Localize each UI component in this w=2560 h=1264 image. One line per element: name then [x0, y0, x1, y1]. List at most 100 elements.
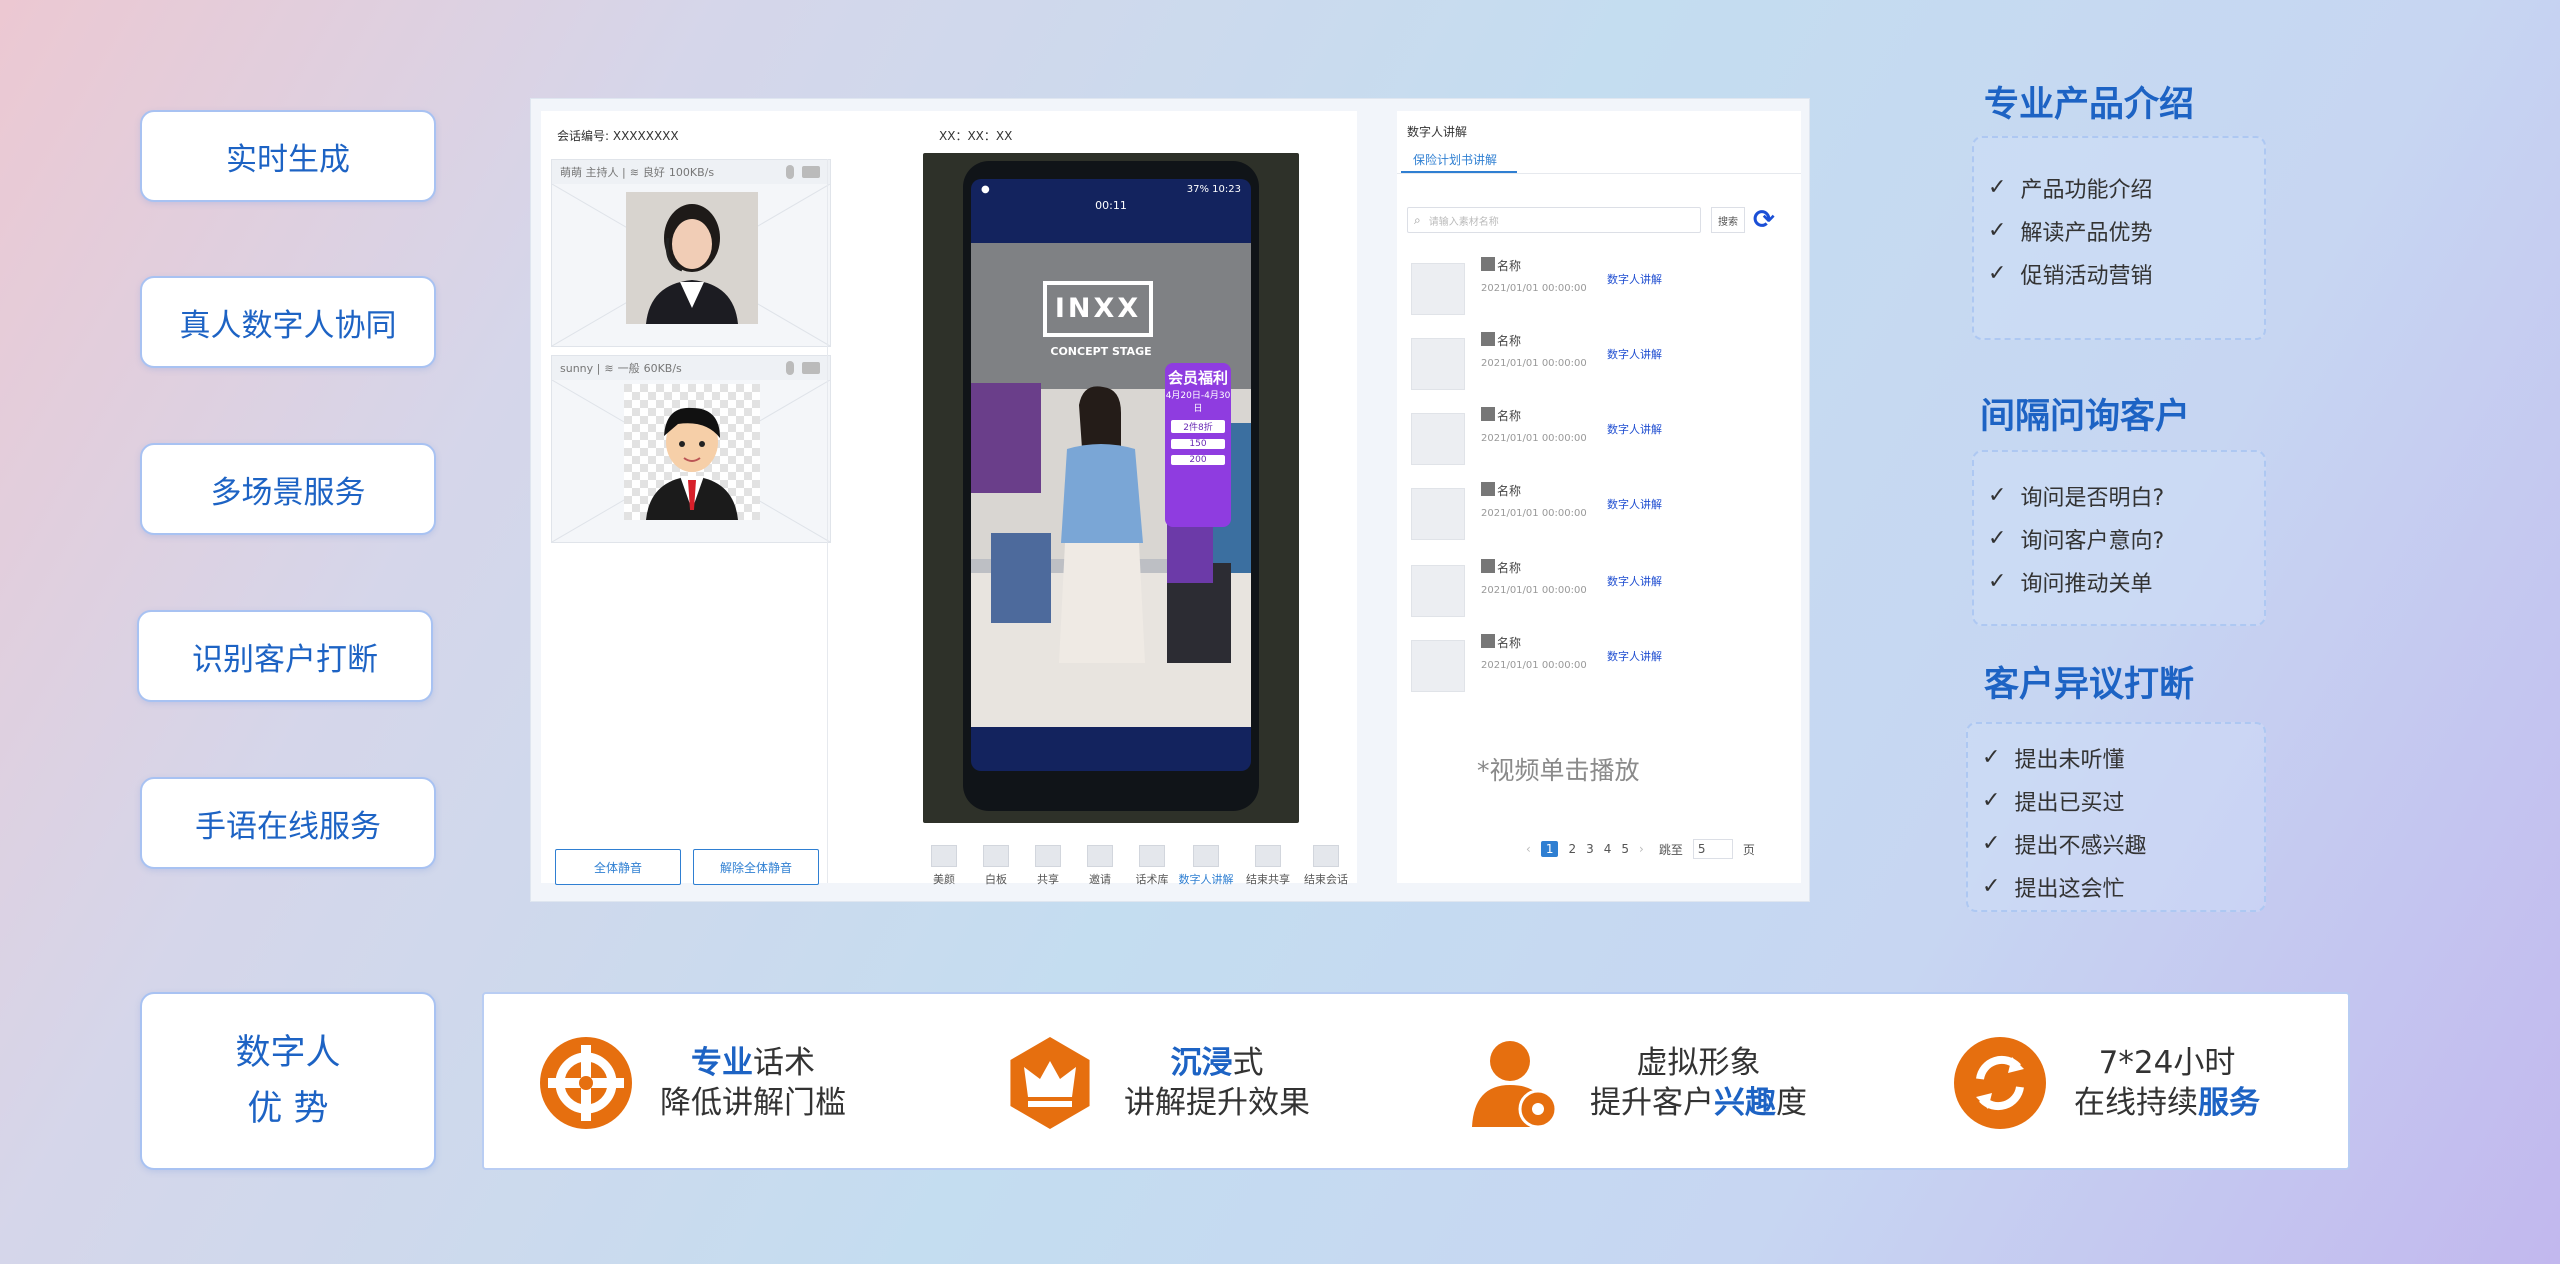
- mic-icon[interactable]: [786, 165, 794, 179]
- feature-multi-scene-button[interactable]: 多场景服务: [140, 443, 436, 535]
- mute-all-button[interactable]: 全体静音: [555, 849, 681, 885]
- digital-human-link[interactable]: 数字人讲解: [1607, 573, 1662, 589]
- feature-text: 7*24小时: [2098, 1045, 2236, 1081]
- digital-human-link[interactable]: 数字人讲解: [1607, 346, 1662, 362]
- tool-label: 邀请: [1089, 873, 1111, 886]
- end-session-tool[interactable]: 结束会话: [1297, 845, 1355, 887]
- whiteboard-icon: [983, 845, 1009, 867]
- page-3[interactable]: 3: [1586, 842, 1594, 856]
- material-name: 名称: [1481, 332, 1521, 349]
- section-item: ✓ 产品功能介绍: [1988, 175, 2153, 203]
- net-speed: 100KB/s: [668, 165, 715, 179]
- material-time: 2021/01/01 00:00:00: [1481, 660, 1587, 671]
- section-box: ✓ 提出未听懂 ✓ 提出已买过 ✓ 提出不感兴趣 ✓ 提出这会忙: [1966, 722, 2266, 912]
- advantage-feature: 专业话术 降低讲解门槛: [540, 994, 846, 1172]
- search-placeholder: 请输入素材名称: [1428, 216, 1499, 228]
- feature-text: 降低讲解门槛: [660, 1085, 846, 1121]
- share-tool[interactable]: 共享: [1023, 845, 1073, 887]
- section-item: ✓ 提出已买过: [1982, 788, 2125, 816]
- page-1[interactable]: 1: [1540, 841, 1559, 857]
- feature-human-digital-button[interactable]: 真人数字人协同: [140, 276, 436, 368]
- camera-icon[interactable]: [802, 362, 820, 374]
- user-settings-icon: [1470, 1037, 1562, 1129]
- check-icon: ✓: [1988, 483, 2007, 508]
- section-item: ✓ 询问推动关单: [1988, 569, 2153, 597]
- signal-status: 良好: [642, 166, 665, 179]
- participant-tile[interactable]: sunny | ≋ 一般 60KB/s: [551, 355, 831, 543]
- material-item[interactable]: 名称 2021/01/01 00:00:00 数字人讲解: [1411, 634, 1791, 698]
- digital-human-link[interactable]: 数字人讲解: [1607, 271, 1662, 287]
- material-thumbnail: [1411, 413, 1465, 465]
- goto-input[interactable]: 5: [1692, 839, 1733, 859]
- end-share-tool[interactable]: 结束共享: [1239, 845, 1297, 887]
- session-time: XX：XX：XX: [939, 129, 1013, 143]
- advantage-label: 数字人 优 势: [140, 992, 436, 1170]
- invite-tool[interactable]: 邀请: [1075, 845, 1125, 887]
- cartoon-avatar: [624, 384, 760, 520]
- material-item[interactable]: 名称 2021/01/01 00:00:00 数字人讲解: [1411, 332, 1791, 396]
- section-item: ✓ 解读产品优势: [1988, 218, 2153, 246]
- script-library-tool[interactable]: 话术库: [1127, 845, 1177, 887]
- check-icon: ✓: [1982, 831, 2001, 856]
- mic-icon[interactable]: [786, 361, 794, 375]
- unmute-all-button[interactable]: 解除全体静音: [693, 849, 819, 885]
- material-item[interactable]: 名称 2021/01/01 00:00:00 数字人讲解: [1411, 257, 1791, 321]
- promo-card[interactable]: 会员福利 4月20日-4月30日 2件8折 150 200: [1165, 363, 1231, 527]
- search-input[interactable]: ⌕ 请输入素材名称: [1407, 207, 1701, 233]
- refresh-cycle-icon: [1954, 1037, 2046, 1129]
- feature-highlight: 沉浸: [1170, 1045, 1233, 1081]
- page-5[interactable]: 5: [1621, 842, 1629, 856]
- participant-tile[interactable]: 萌萌 主持人 | ≋ 良好 100KB/s: [551, 159, 831, 347]
- material-time: 2021/01/01 00:00:00: [1481, 433, 1587, 444]
- wifi-icon: ≋: [629, 165, 639, 179]
- material-name: 名称: [1481, 634, 1521, 651]
- target-icon: [540, 1037, 632, 1129]
- camera-icon[interactable]: [802, 166, 820, 178]
- feature-text: 讲解提升效果: [1124, 1085, 1310, 1121]
- material-name: 名称: [1481, 559, 1521, 576]
- material-thumbnail: [1411, 488, 1465, 540]
- advantage-label-line2: 优 势: [247, 1089, 329, 1129]
- video-area[interactable]: ● 37% 10:23 00:11 INXX CONCEPT STAGE 会员福…: [923, 153, 1299, 823]
- material-time: 2021/01/01 00:00:00: [1481, 508, 1587, 519]
- digital-human-link[interactable]: 数字人讲解: [1607, 421, 1662, 437]
- phone-frame: ● 37% 10:23 00:11 INXX CONCEPT STAGE 会员福…: [963, 161, 1259, 811]
- feature-sign-language-button[interactable]: 手语在线服务: [140, 777, 436, 869]
- beauty-tool[interactable]: 美颜: [919, 845, 969, 887]
- feature-text: 度: [1776, 1085, 1807, 1121]
- participant-name: sunny |: [560, 361, 601, 375]
- material-item[interactable]: 名称 2021/01/01 00:00:00 数字人讲解: [1411, 407, 1791, 471]
- digital-human-link[interactable]: 数字人讲解: [1607, 496, 1662, 512]
- panel-title: 数字人讲解: [1407, 125, 1468, 139]
- whiteboard-tool[interactable]: 白板: [971, 845, 1021, 887]
- material-name: 名称: [1481, 407, 1521, 424]
- goto-label: 跳至: [1658, 842, 1683, 857]
- material-time: 2021/01/01 00:00:00: [1481, 585, 1587, 596]
- feature-text: 提升客户: [1590, 1085, 1714, 1121]
- material-item[interactable]: 名称 2021/01/01 00:00:00 数字人讲解: [1411, 482, 1791, 546]
- feature-realtime-button[interactable]: 实时生成: [140, 110, 436, 202]
- refresh-icon[interactable]: ⟳: [1753, 205, 1779, 235]
- material-time: 2021/01/01 00:00:00: [1481, 358, 1587, 369]
- tab-insurance-plan[interactable]: 保险计划书讲解: [1413, 151, 1497, 168]
- digital-human-tool[interactable]: 数字人讲解: [1171, 845, 1241, 887]
- app-window: 会话编号: XXXXXXXX XX：XX：XX 萌萌 主持人 | ≋ 良好 10…: [530, 98, 1810, 902]
- prev-page-icon[interactable]: ‹: [1526, 842, 1531, 856]
- tool-label: 共享: [1037, 873, 1059, 886]
- digital-human-link[interactable]: 数字人讲解: [1607, 648, 1662, 664]
- net-speed: 60KB/s: [643, 361, 682, 375]
- page-4[interactable]: 4: [1604, 842, 1612, 856]
- section-item: ✓ 询问是否明白?: [1988, 483, 2165, 511]
- digital-human-icon: [1193, 845, 1219, 867]
- search-button[interactable]: 搜索: [1711, 207, 1745, 233]
- material-item[interactable]: 名称 2021/01/01 00:00:00 数字人讲解: [1411, 559, 1791, 623]
- feature-interrupt-button[interactable]: 识别客户打断: [137, 610, 433, 702]
- next-page-icon[interactable]: ›: [1639, 842, 1644, 856]
- search-icon: ⌕: [1414, 212, 1421, 227]
- crown-icon: [1010, 1037, 1090, 1129]
- page-2[interactable]: 2: [1568, 842, 1576, 856]
- check-icon: ✓: [1988, 569, 2007, 594]
- check-icon: ✓: [1988, 218, 2007, 243]
- advantage-feature: 7*24小时 在线持续服务: [1954, 994, 2260, 1172]
- share-icon: [1035, 845, 1061, 867]
